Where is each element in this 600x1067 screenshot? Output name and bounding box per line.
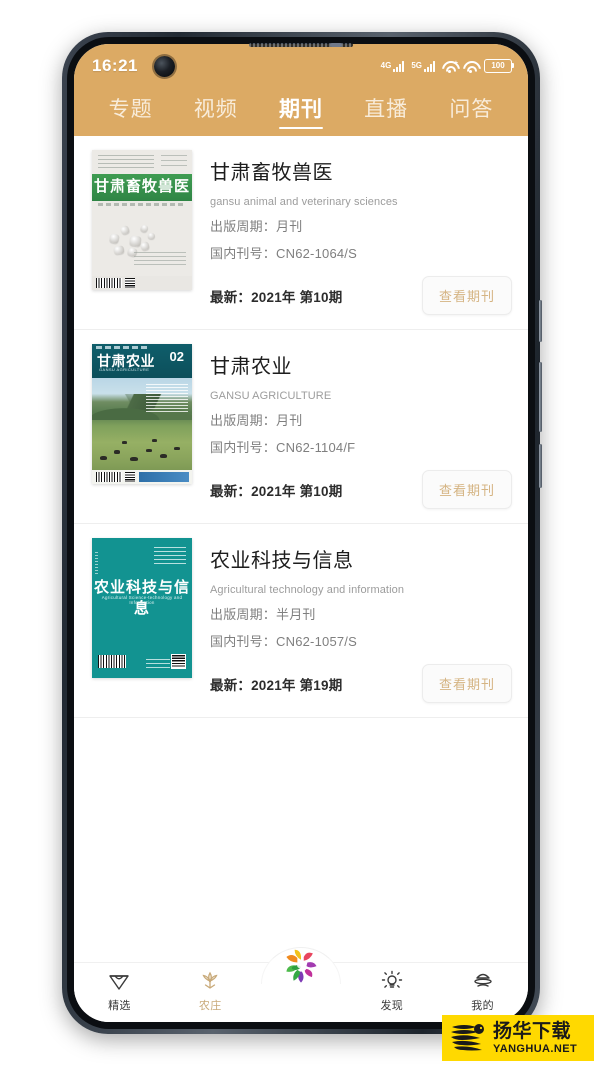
power-button[interactable] bbox=[539, 444, 542, 488]
wifi-icon bbox=[463, 61, 477, 73]
signal-5g-icon: 5G bbox=[411, 60, 435, 72]
journal-period-label: 出版周期： bbox=[210, 219, 277, 234]
qr-code-icon bbox=[171, 654, 186, 669]
nav-item-faxian[interactable]: 发现 bbox=[346, 969, 437, 1013]
lion-logo-icon bbox=[451, 1024, 484, 1051]
qr-code-icon bbox=[125, 278, 135, 288]
journal-period-value: 月刊 bbox=[276, 413, 303, 428]
cover-issue-number: 02 bbox=[169, 349, 184, 364]
journal-cover-image[interactable]: 甘肃畜牧兽医 bbox=[92, 150, 192, 290]
front-camera-punch-hole bbox=[154, 56, 175, 77]
barcode-icon bbox=[96, 278, 122, 288]
journal-cn-number-label: 国内刊号： bbox=[210, 440, 277, 455]
journal-cn-number: 国内刊号：CN62-1064/S bbox=[210, 243, 512, 262]
journal-title: 甘肃农业 bbox=[210, 356, 292, 378]
journal-cn-number-value: CN62-1104/F bbox=[276, 440, 356, 455]
signal-4g-label: 4G bbox=[380, 60, 392, 70]
tab-qikan[interactable]: 期刊 bbox=[278, 93, 323, 129]
journal-cn-number-value: CN62-1064/S bbox=[276, 246, 357, 261]
battery-level: 100 bbox=[491, 61, 505, 70]
journal-latest-issue: 最新：2021年 第19期 bbox=[210, 677, 343, 693]
lightbulb-icon bbox=[381, 970, 402, 988]
journal-info: 甘肃畜牧兽医 gansu animal and veterinary scien… bbox=[192, 150, 512, 315]
journal-title: 农业科技与信息 bbox=[210, 550, 354, 572]
journal-card[interactable]: 农业科技与信息 Agricultural Science-technology … bbox=[74, 524, 528, 718]
flower-logo-icon bbox=[286, 949, 317, 983]
journal-title: 甘肃畜牧兽医 bbox=[210, 162, 333, 184]
barcode-icon bbox=[96, 472, 122, 482]
qr-code-icon bbox=[125, 472, 135, 482]
journal-subtitle-en: GANSU AGRICULTURE bbox=[210, 390, 332, 402]
tab-shipin[interactable]: 视频 bbox=[194, 93, 238, 127]
view-journal-button[interactable]: 查看期刊 bbox=[421, 276, 512, 315]
journal-card[interactable]: 甘肃畜牧兽医 甘肃畜牧兽医 gansu animal and veterinar… bbox=[74, 136, 528, 330]
journal-footer-row: 最新：2021年 第10期 查看期刊 bbox=[210, 276, 512, 315]
battery-icon: 100 bbox=[484, 59, 514, 73]
screenshot-root: 16:21 4G 5G + 100 专题 视频 期刊 直播 问答 甘肃畜牧兽医 … bbox=[0, 0, 600, 1067]
journal-cn-number-label: 国内刊号： bbox=[210, 246, 277, 261]
journal-info: 农业科技与信息 Agricultural technology and info… bbox=[192, 538, 512, 703]
journal-subtitle-en: gansu animal and veterinary sciences bbox=[210, 196, 398, 208]
watermark-en-text: YANGHUA.NET bbox=[493, 1042, 578, 1055]
nav-item-home-logo[interactable] bbox=[256, 947, 347, 993]
watermark-badge: 扬华下载 YANGHUA.NET bbox=[442, 1015, 594, 1061]
signal-4g-icon: 4G bbox=[380, 60, 405, 72]
tab-zhuanti[interactable]: 专题 bbox=[109, 93, 153, 127]
journal-cover-image[interactable]: 农业科技与信息 Agricultural Science-technology … bbox=[92, 538, 192, 678]
journal-cn-number: 国内刊号：CN62-1104/F bbox=[210, 437, 512, 456]
volume-up-button[interactable] bbox=[539, 300, 542, 342]
view-journal-button[interactable]: 查看期刊 bbox=[421, 470, 512, 509]
journal-period: 出版周期：月刊 bbox=[210, 216, 512, 235]
phone-screen: 16:21 4G 5G + 100 专题 视频 期刊 直播 问答 甘肃畜牧兽医 … bbox=[74, 44, 528, 1022]
journal-period-value: 月刊 bbox=[276, 219, 303, 234]
journal-info: 甘肃农业 GANSU AGRICULTURE 出版周期：月刊 国内刊号：CN62… bbox=[192, 344, 512, 509]
journal-cn-number-label: 国内刊号： bbox=[210, 634, 277, 649]
journal-cn-number-value: CN62-1057/S bbox=[276, 634, 357, 649]
signal-5g-label: 5G bbox=[411, 60, 422, 70]
tab-zhibo[interactable]: 直播 bbox=[364, 93, 408, 127]
journal-period-label: 出版周期： bbox=[210, 413, 277, 428]
journal-period: 出版周期：半月刊 bbox=[210, 604, 512, 623]
status-indicators: 4G 5G + 100 bbox=[380, 59, 514, 73]
bottom-navigation-bar: 精选 农庄 发现 我的 bbox=[74, 947, 528, 1022]
journal-subtitle-en: Agricultural technology and information bbox=[210, 584, 405, 596]
proximity-sensor bbox=[329, 43, 342, 47]
heart-diamond-icon bbox=[109, 975, 130, 990]
top-tab-bar: 专题 视频 期刊 直播 问答 bbox=[74, 88, 528, 136]
nav-item-wode[interactable]: 我的 bbox=[437, 969, 528, 1013]
volume-down-button[interactable] bbox=[539, 362, 542, 432]
cover-subtitle-text: Agricultural Science-technology and Info… bbox=[101, 595, 183, 605]
wifi-icon: + bbox=[442, 60, 458, 73]
barcode-icon bbox=[98, 655, 126, 668]
nav-label: 我的 bbox=[471, 1000, 494, 1012]
nav-label: 发现 bbox=[380, 1000, 404, 1012]
cover-title-text: 甘肃畜牧兽医 bbox=[93, 179, 190, 195]
phone-frame: 16:21 4G 5G + 100 专题 视频 期刊 直播 问答 甘肃畜牧兽医 … bbox=[62, 32, 542, 1034]
journal-latest-issue: 最新：2021年 第10期 bbox=[210, 289, 343, 305]
status-bar: 16:21 4G 5G + 100 bbox=[74, 44, 528, 88]
journal-card[interactable]: 甘肃农业 GANSU AGRICULTURE 02 甘肃农业 GANSU AGR… bbox=[74, 330, 528, 524]
journal-footer-row: 最新：2021年 第19期 查看期刊 bbox=[210, 664, 512, 703]
journal-period-label: 出版周期： bbox=[210, 607, 277, 622]
journal-cn-number: 国内刊号：CN62-1057/S bbox=[210, 631, 512, 650]
journal-list[interactable]: 甘肃畜牧兽医 甘肃畜牧兽医 gansu animal and veterinar… bbox=[74, 136, 528, 962]
cover-illustration bbox=[92, 430, 192, 464]
nav-label: 农庄 bbox=[198, 1000, 222, 1012]
journal-latest-issue: 最新：2021年 第10期 bbox=[210, 483, 343, 499]
watermark-cn-text: 扬华下载 bbox=[493, 1019, 572, 1042]
view-journal-button[interactable]: 查看期刊 bbox=[421, 664, 512, 703]
person-icon bbox=[473, 973, 492, 987]
journal-cover-image[interactable]: 甘肃农业 GANSU AGRICULTURE 02 bbox=[92, 344, 192, 484]
lotus-icon bbox=[202, 971, 218, 989]
nav-label: 精选 bbox=[108, 1000, 131, 1012]
tab-wenda[interactable]: 问答 bbox=[449, 93, 493, 127]
nav-item-nongzhuang[interactable]: 农庄 bbox=[165, 969, 256, 1013]
status-time: 16:21 bbox=[92, 56, 138, 75]
cover-subtitle-text: GANSU AGRICULTURE bbox=[99, 367, 150, 372]
journal-period: 出版周期：月刊 bbox=[210, 410, 512, 429]
journal-period-value: 半月刊 bbox=[276, 607, 316, 622]
journal-footer-row: 最新：2021年 第10期 查看期刊 bbox=[210, 470, 512, 509]
nav-item-jingxuan[interactable]: 精选 bbox=[74, 969, 165, 1013]
